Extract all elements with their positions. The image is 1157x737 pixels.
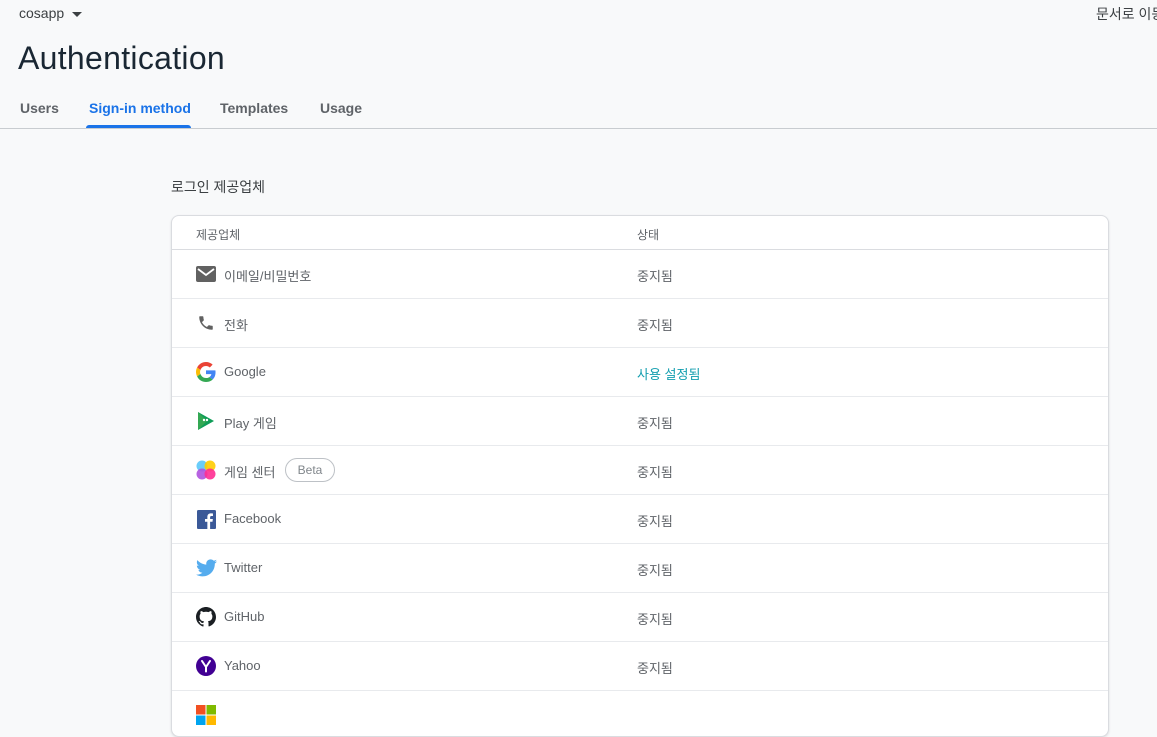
provider-row-phone[interactable]: 전화 중지됨 (172, 299, 1108, 348)
provider-row-yahoo[interactable]: Yahoo 중지됨 (172, 642, 1108, 691)
active-tab-indicator (86, 125, 191, 128)
project-selector[interactable]: cosapp (19, 5, 83, 21)
provider-name: GitHub (224, 609, 265, 624)
provider-row-email[interactable]: 이메일/비밀번호 중지됨 (172, 250, 1108, 299)
provider-name: Yahoo (224, 658, 261, 673)
twitter-icon (195, 557, 217, 579)
section-title: 로그인 제공업체 (171, 179, 266, 195)
provider-row-microsoft[interactable] (172, 691, 1108, 736)
provider-status: 중지됨 (637, 416, 673, 431)
provider-name: 전화 (224, 318, 248, 333)
provider-status: 사용 설정됨 (637, 367, 701, 382)
tab-templates[interactable]: Templates (220, 100, 288, 116)
tab-sign-in-method[interactable]: Sign-in method (89, 100, 191, 116)
provider-status: 중지됨 (637, 661, 673, 676)
provider-status: 중지됨 (637, 612, 673, 627)
yahoo-icon (195, 655, 217, 677)
github-icon (195, 606, 217, 628)
provider-row-facebook[interactable]: Facebook 중지됨 (172, 495, 1108, 544)
phone-icon (195, 312, 217, 334)
column-header-provider: 제공업체 (196, 228, 241, 242)
provider-status: 중지됨 (637, 318, 673, 333)
beta-badge: Beta (285, 458, 335, 482)
provider-name: 이메일/비밀번호 (224, 269, 312, 284)
provider-status: 중지됨 (637, 563, 673, 578)
provider-name: Google (224, 364, 266, 379)
email-icon (195, 263, 217, 285)
caret-down-icon (72, 11, 83, 17)
providers-table: 제공업체 상태 이메일/비밀번호 중지됨 전화 중지됨 Google 사용 설정… (171, 215, 1109, 737)
provider-name: Play 게임 (224, 416, 277, 431)
provider-name: 게임 센터 (224, 465, 276, 480)
table-header: 제공업체 상태 (172, 216, 1108, 250)
tab-users[interactable]: Users (20, 100, 59, 116)
provider-row-play-games[interactable]: Play 게임 중지됨 (172, 397, 1108, 446)
top-bar: cosapp 문서로 이동 (0, 0, 1157, 30)
play-games-icon (195, 410, 217, 432)
tab-bar: Users Sign-in method Templates Usage (0, 90, 1157, 129)
provider-name: Facebook (224, 511, 282, 526)
provider-status: 중지됨 (637, 514, 673, 529)
column-header-status: 상태 (637, 228, 660, 242)
tab-usage[interactable]: Usage (320, 100, 362, 116)
provider-name: Twitter (224, 560, 263, 575)
provider-row-game-center[interactable]: 게임 센터 Beta 중지됨 (172, 446, 1108, 495)
provider-row-google[interactable]: Google 사용 설정됨 (172, 348, 1108, 397)
game-center-icon (195, 459, 217, 481)
docs-link[interactable]: 문서로 이동 (1096, 4, 1157, 24)
provider-status: 중지됨 (637, 465, 673, 480)
provider-row-github[interactable]: GitHub 중지됨 (172, 593, 1108, 642)
google-icon (195, 361, 217, 383)
project-name: cosapp (19, 5, 65, 21)
facebook-icon (195, 508, 217, 530)
microsoft-icon (195, 704, 217, 726)
page-title: Authentication (18, 40, 226, 76)
provider-row-twitter[interactable]: Twitter 중지됨 (172, 544, 1108, 593)
provider-status: 중지됨 (637, 269, 673, 284)
